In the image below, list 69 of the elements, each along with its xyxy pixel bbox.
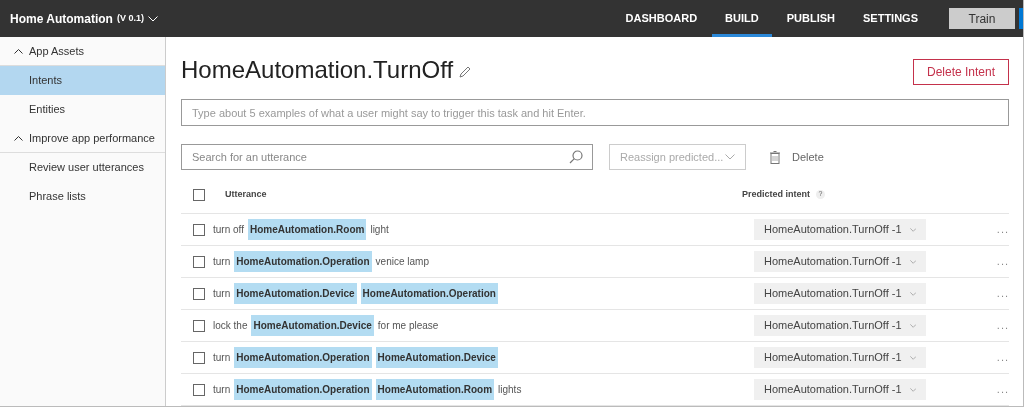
chevron-down-icon: [909, 354, 916, 361]
utterance-text: lock the: [213, 319, 248, 333]
sidebar-item[interactable]: Intents: [0, 66, 165, 95]
row-checkbox[interactable]: [193, 255, 205, 268]
intent-dropdown[interactable]: HomeAutomation.TurnOff -1: [754, 251, 926, 272]
chevron-up-icon: [14, 48, 23, 54]
chevron-down-icon: [909, 322, 916, 329]
utterance-text: venice lamp: [375, 255, 429, 269]
utterance-text: light: [370, 223, 389, 237]
intent-title: HomeAutomation.TurnOff: [181, 55, 454, 85]
utterance-text: turn: [213, 255, 231, 269]
chevron-down-icon: [909, 258, 916, 265]
utterance-text: turn: [213, 351, 231, 365]
row-checkbox[interactable]: [193, 351, 205, 364]
nav-tab[interactable]: DASHBOARD: [612, 0, 711, 37]
delete-intent-button[interactable]: Delete Intent: [913, 59, 1009, 85]
chevron-down-icon: [909, 226, 916, 233]
row-checkbox[interactable]: [193, 287, 205, 300]
trash-icon: [770, 150, 780, 164]
chevron-up-icon: [14, 135, 23, 141]
intent-dropdown[interactable]: HomeAutomation.TurnOff -1: [754, 283, 926, 304]
row-checkbox[interactable]: [193, 383, 205, 396]
sidebar-section[interactable]: Improve app performance: [0, 124, 165, 153]
entity-label[interactable]: HomeAutomation.Device: [251, 315, 374, 336]
more-button[interactable]: ...: [996, 285, 1009, 302]
intent-dropdown[interactable]: HomeAutomation.TurnOff -1: [754, 379, 926, 400]
more-button[interactable]: ...: [996, 221, 1009, 238]
chevron-down-icon: [147, 15, 158, 22]
entity-label[interactable]: HomeAutomation.Operation: [234, 379, 372, 400]
sidebar-item[interactable]: Entities: [0, 95, 165, 124]
entity-label[interactable]: HomeAutomation.Device: [375, 347, 498, 368]
example-input-field[interactable]: Type about 5 examples of what a user might say to trigger this task and hit Enter.: [181, 99, 1009, 126]
nav-tab[interactable]: SETTINGS: [850, 0, 931, 37]
sidebar-item[interactable]: Review user utterances: [0, 153, 165, 182]
nav-tab[interactable]: PUBLISH: [773, 0, 848, 37]
intent-dropdown[interactable]: HomeAutomation.TurnOff -1: [754, 315, 926, 336]
utterance-text: for me please: [377, 319, 439, 333]
utterance-text: turn: [213, 287, 231, 301]
entity-label[interactable]: HomeAutomation.Device: [234, 283, 357, 304]
more-button[interactable]: ...: [996, 253, 1009, 270]
column-header: Predicted intent: [742, 187, 810, 201]
row-checkbox[interactable]: [193, 319, 205, 332]
entity-label[interactable]: HomeAutomation.Operation: [234, 251, 372, 272]
delete-button[interactable]: Delete: [770, 148, 824, 166]
train-button[interactable]: Train: [949, 8, 1015, 29]
column-header: Utterance: [225, 187, 268, 201]
chevron-down-icon: [725, 154, 735, 160]
select-all-checkbox[interactable]: [193, 188, 205, 201]
more-button[interactable]: ...: [996, 349, 1009, 366]
chevron-down-icon: [909, 386, 916, 393]
pencil-icon[interactable]: [459, 66, 472, 78]
more-button[interactable]: ...: [996, 317, 1009, 334]
intent-dropdown[interactable]: HomeAutomation.TurnOff -1: [754, 347, 926, 368]
nav-tab[interactable]: BUILD: [712, 0, 772, 37]
utterance-text: lights: [498, 383, 522, 397]
entity-label[interactable]: HomeAutomation.Operation: [234, 347, 372, 368]
row-checkbox[interactable]: [193, 223, 205, 236]
search-field[interactable]: Search for an utterance: [181, 144, 593, 170]
chevron-down-icon: [909, 290, 916, 297]
more-button[interactable]: ...: [996, 381, 1009, 398]
search-icon[interactable]: [569, 150, 583, 164]
intent-dropdown[interactable]: HomeAutomation.TurnOff -1: [754, 219, 926, 240]
utterance-text: turn: [213, 383, 231, 397]
entity-label[interactable]: HomeAutomation.Room: [247, 219, 367, 240]
app-menu[interactable]: Home Automation (V 0.1): [0, 9, 158, 28]
entity-label[interactable]: HomeAutomation.Room: [375, 379, 495, 400]
utterance-text: turn off: [213, 223, 244, 237]
sidebar-item[interactable]: Phrase lists: [0, 182, 165, 211]
entity-label[interactable]: HomeAutomation.Operation: [360, 283, 498, 304]
